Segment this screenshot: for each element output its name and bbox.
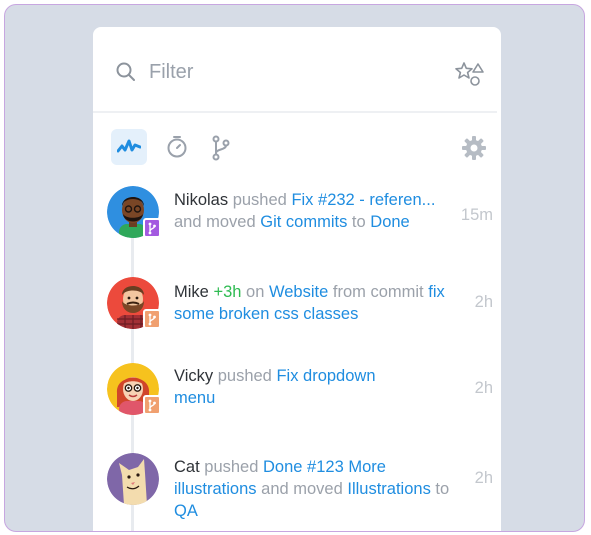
git-branch-icon xyxy=(148,399,156,411)
filter-bar xyxy=(93,27,501,111)
actor-name: Vicky xyxy=(174,367,214,385)
view-toolbar xyxy=(93,127,501,167)
project-link[interactable]: Website xyxy=(269,283,328,301)
feed-item: Cat pushed Done #123 More illustrations … xyxy=(93,451,501,531)
actor-name: Nikolas xyxy=(174,191,229,209)
action-verb: pushed xyxy=(217,367,272,385)
timestamp: 2h xyxy=(474,293,493,311)
git-badge xyxy=(143,218,161,238)
search-icon xyxy=(116,62,135,81)
entry-text: Vicky pushed Fix dropdown menu xyxy=(174,365,404,409)
feed-item: Mike +3h on Website from commit fix some… xyxy=(93,275,501,345)
actor-name: Mike xyxy=(174,283,209,301)
action-conj: to xyxy=(435,480,450,498)
filter-divider xyxy=(93,111,497,113)
feed-item: Nikolas pushed Fix #232 - referen... and… xyxy=(93,185,501,255)
gear-icon xyxy=(462,136,486,160)
feed-item: Vicky pushed Fix dropdown menu 2h xyxy=(93,361,501,431)
task-link[interactable]: Fix #232 - referen... xyxy=(291,191,435,209)
branch-tab[interactable] xyxy=(203,129,239,165)
app-frame: Nikolas pushed Fix #232 - referen... and… xyxy=(4,4,585,532)
activity-tab[interactable] xyxy=(111,129,147,165)
activity-icon xyxy=(117,139,141,153)
entry-text: Mike +3h on Website from commit fix some… xyxy=(174,281,456,325)
activity-panel: Nikolas pushed Fix #232 - referen... and… xyxy=(93,27,501,531)
action-mid: and moved xyxy=(174,213,256,231)
git-branch-icon xyxy=(148,222,156,234)
git-badge xyxy=(143,395,161,415)
added-time: +3h xyxy=(213,283,242,301)
git-branch-icon xyxy=(148,313,156,325)
avatar-wrap[interactable] xyxy=(107,363,161,415)
avatar-wrap[interactable] xyxy=(107,453,159,505)
shapes-filter-icon[interactable] xyxy=(455,61,485,87)
task-link[interactable]: Git commits xyxy=(260,213,347,231)
column-link[interactable]: Done xyxy=(370,213,409,231)
timer-tab[interactable] xyxy=(159,129,195,165)
task-link[interactable]: Illustrations xyxy=(347,480,430,498)
entry-text: Nikolas pushed Fix #232 - referen... and… xyxy=(174,189,456,233)
timestamp: 15m xyxy=(460,206,493,224)
avatar-wrap[interactable] xyxy=(107,277,161,329)
action-verb: pushed xyxy=(204,458,259,476)
column-link[interactable]: QA xyxy=(174,502,198,520)
settings-button[interactable] xyxy=(455,129,491,165)
timestamp: 2h xyxy=(474,469,493,487)
action-conj: to xyxy=(351,213,366,231)
filter-input[interactable] xyxy=(149,55,429,89)
entry-text: Cat pushed Done #123 More illustrations … xyxy=(174,456,456,522)
action-mid: and moved xyxy=(261,480,343,498)
avatar-wrap[interactable] xyxy=(107,186,161,238)
git-badge xyxy=(143,309,161,329)
timestamp: 2h xyxy=(474,379,493,397)
avatar-cat xyxy=(107,453,159,505)
action-verb: pushed xyxy=(232,191,287,209)
timer-icon xyxy=(167,136,187,158)
action-prep: on xyxy=(246,283,265,301)
action-mid: from commit xyxy=(332,283,424,301)
actor-name: Cat xyxy=(174,458,200,476)
git-branch-icon xyxy=(212,135,230,161)
